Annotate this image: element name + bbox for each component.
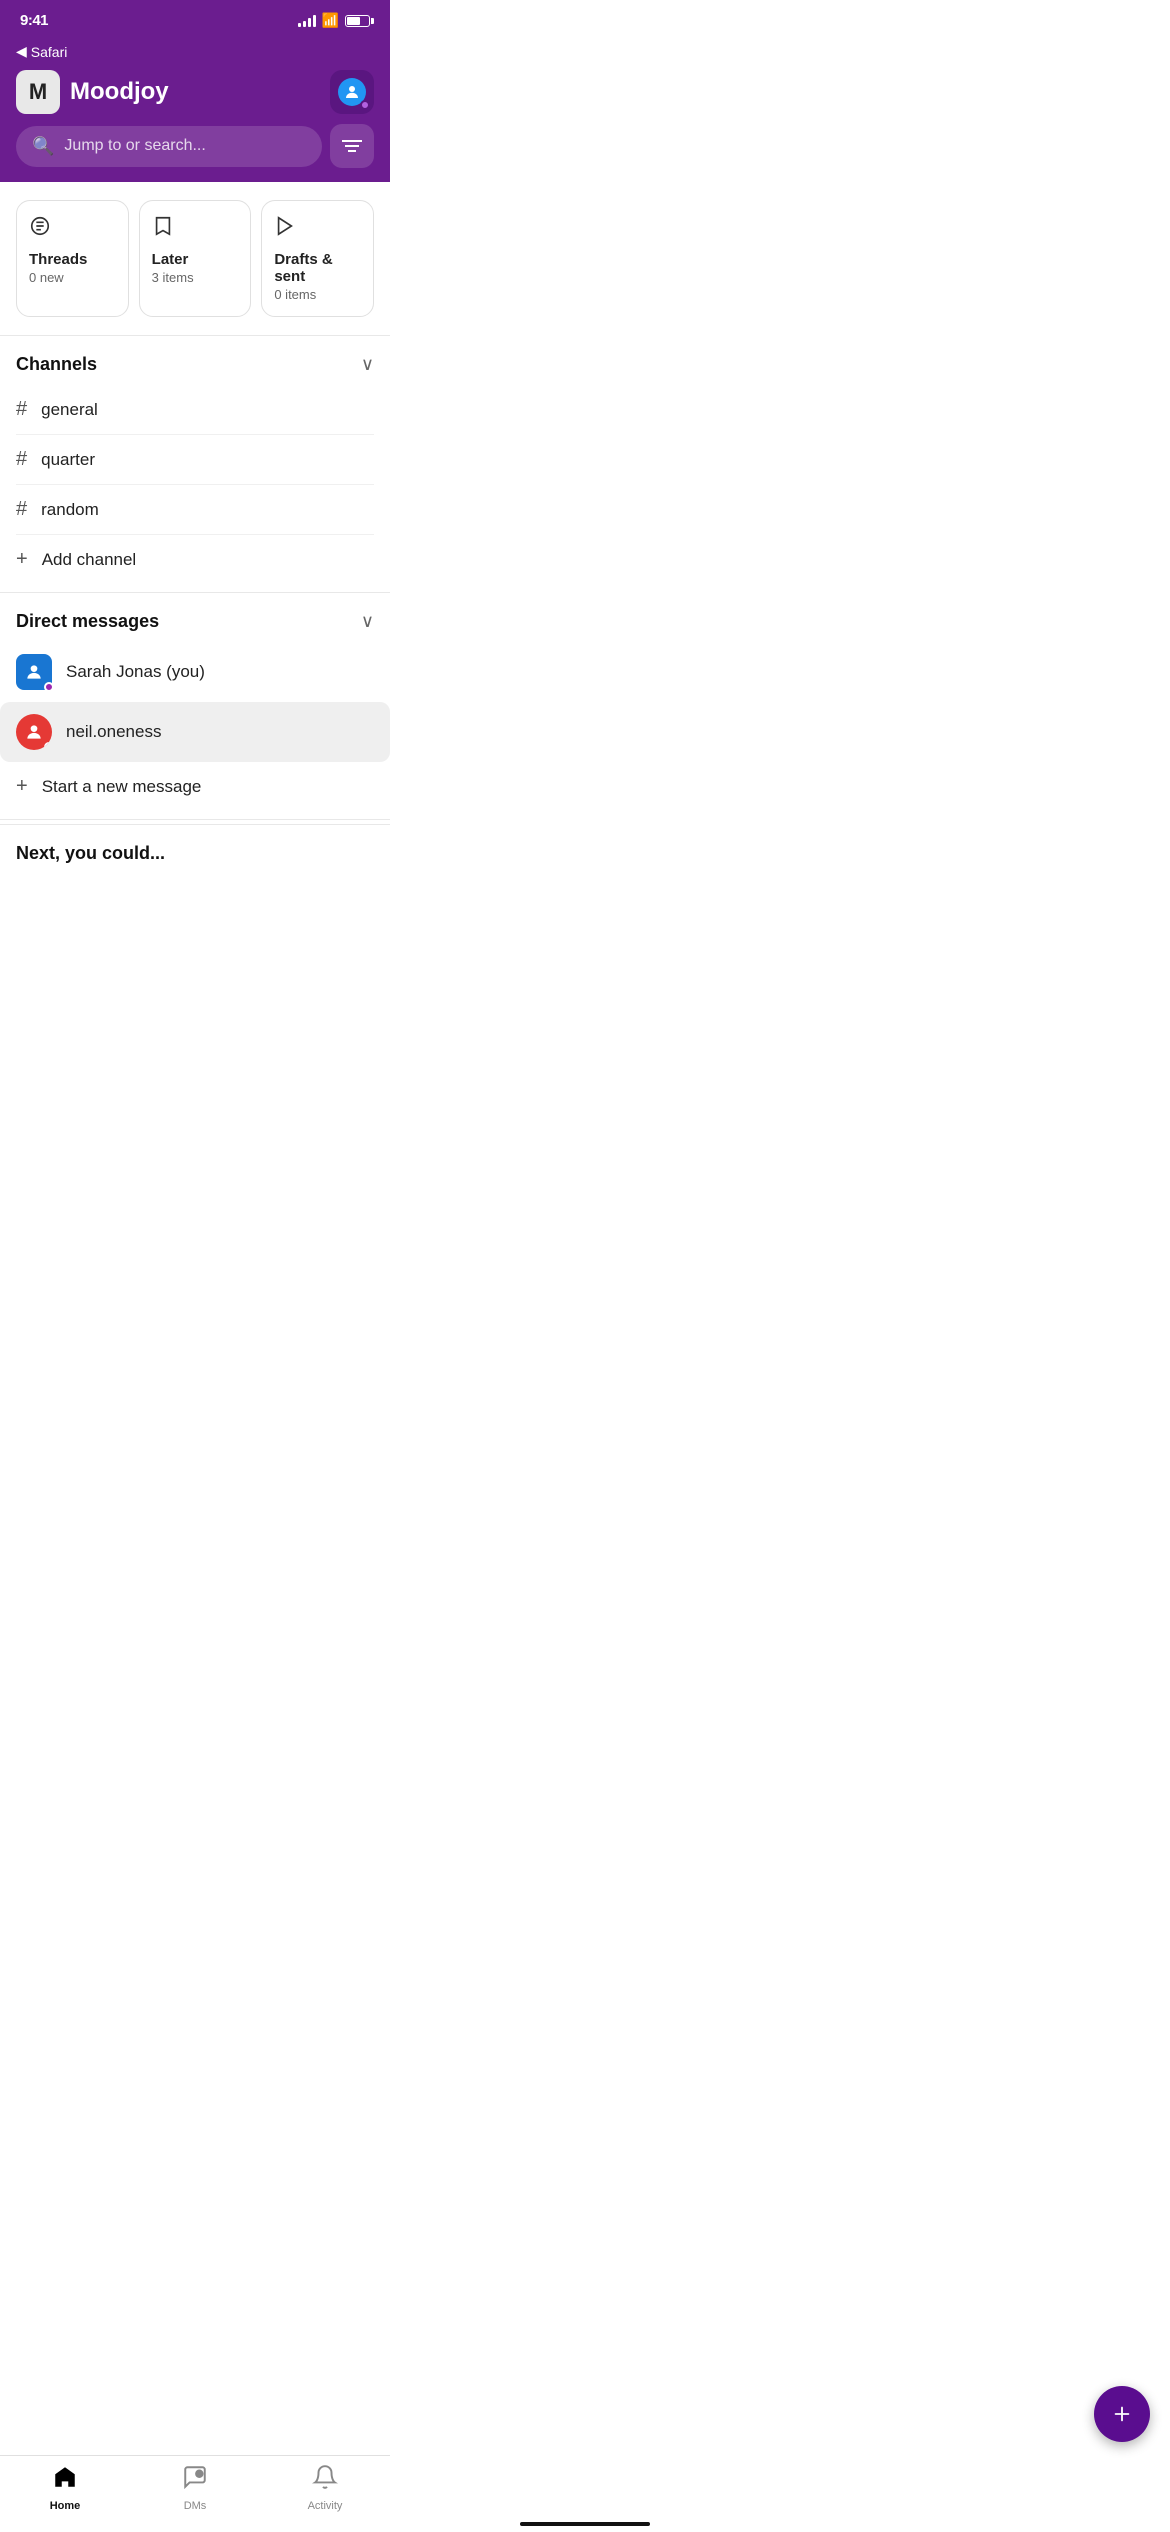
channel-item-random[interactable]: # random — [16, 485, 374, 535]
next-title: Next, you could... — [16, 843, 165, 863]
next-section: Next, you could... — [0, 824, 390, 874]
nav-item-dms[interactable]: DMs — [130, 2464, 260, 2512]
threads-subtitle: 0 new — [29, 270, 116, 285]
status-icons: 📶 — [298, 12, 370, 29]
add-dm-label: Start a new message — [42, 777, 202, 797]
section-divider-next — [0, 819, 390, 820]
drafts-icon — [274, 215, 361, 243]
search-bar[interactable]: 🔍 Jump to or search... — [16, 126, 322, 167]
add-channel-label: Add channel — [42, 550, 137, 570]
channels-title: Channels — [16, 354, 97, 375]
safari-back[interactable]: ◀ Safari — [16, 43, 374, 60]
dms-icon — [182, 2464, 208, 2497]
dm-title: Direct messages — [16, 611, 159, 632]
home-label: Home — [50, 2500, 81, 2512]
nav-item-home[interactable]: Home — [0, 2464, 130, 2512]
brand-logo: M — [16, 70, 60, 114]
channels-chevron-icon: ∨ — [361, 354, 374, 375]
channel-name-quarter: quarter — [41, 450, 95, 470]
add-dm-icon: + — [16, 775, 28, 798]
brand: M Moodjoy — [16, 70, 169, 114]
neil-status-dot — [44, 742, 52, 750]
channel-name-general: general — [41, 400, 98, 420]
avatar-status-dot — [360, 100, 370, 110]
add-channel-item[interactable]: + Add channel — [16, 535, 374, 584]
compose-fab-button[interactable] — [1094, 2386, 1150, 2442]
avatar-button[interactable] — [330, 70, 374, 114]
dm-avatar-sarah — [16, 654, 52, 690]
add-channel-icon: + — [16, 548, 28, 571]
status-bar: 9:41 📶 — [0, 0, 390, 35]
channel-item-quarter[interactable]: # quarter — [16, 435, 374, 485]
later-subtitle: 3 items — [152, 270, 239, 285]
later-icon — [152, 215, 239, 243]
hash-icon: # — [16, 398, 27, 421]
bottom-nav: Home DMs Activity — [0, 2455, 390, 2532]
activity-label: Activity — [308, 2500, 343, 2512]
threads-card[interactable]: Threads 0 new — [16, 200, 129, 317]
channel-name-random: random — [41, 500, 99, 520]
nav-item-activity[interactable]: Activity — [260, 2464, 390, 2512]
quick-cards: Threads 0 new Later 3 items Drafts & sen… — [0, 182, 390, 335]
add-dm-item[interactable]: + Start a new message — [16, 762, 374, 811]
home-indicator — [520, 2522, 650, 2526]
dm-item-neil[interactable]: neil.oneness — [0, 702, 390, 762]
hash-icon: # — [16, 448, 27, 471]
threads-icon — [29, 215, 116, 243]
later-card[interactable]: Later 3 items — [139, 200, 252, 317]
threads-title: Threads — [29, 251, 116, 268]
drafts-title: Drafts & sent — [274, 251, 361, 285]
brand-name: Moodjoy — [70, 78, 169, 106]
channel-list: # general # quarter # random + Add chann… — [0, 385, 390, 584]
dm-item-sarah[interactable]: Sarah Jonas (you) — [16, 642, 374, 702]
hash-icon: # — [16, 498, 27, 521]
main-content: Threads 0 new Later 3 items Drafts & sen… — [0, 182, 390, 964]
search-row: 🔍 Jump to or search... — [16, 124, 374, 168]
signal-icon — [298, 15, 316, 27]
channels-section-header[interactable]: Channels ∨ — [0, 336, 390, 385]
wifi-icon: 📶 — [322, 12, 339, 29]
search-icon: 🔍 — [32, 136, 54, 157]
later-title: Later — [152, 251, 239, 268]
search-placeholder: Jump to or search... — [64, 137, 205, 155]
dm-name-neil: neil.oneness — [66, 722, 161, 742]
home-icon — [52, 2464, 78, 2497]
battery-icon — [345, 15, 370, 27]
dm-list: Sarah Jonas (you) neil.oneness + Start a… — [0, 642, 390, 811]
dm-avatar-neil — [16, 714, 52, 750]
sarah-status-dot — [44, 682, 54, 692]
dms-label: DMs — [184, 2500, 207, 2512]
header: ◀ Safari M Moodjoy 🔍 Jump to or search..… — [0, 35, 390, 182]
dm-chevron-icon: ∨ — [361, 611, 374, 632]
dm-name-sarah: Sarah Jonas (you) — [66, 662, 205, 682]
filter-button[interactable] — [330, 124, 374, 168]
drafts-subtitle: 0 items — [274, 287, 361, 302]
channel-item-general[interactable]: # general — [16, 385, 374, 435]
drafts-card[interactable]: Drafts & sent 0 items — [261, 200, 374, 317]
status-time: 9:41 — [20, 12, 48, 29]
dm-section-header[interactable]: Direct messages ∨ — [0, 593, 390, 642]
activity-icon — [312, 2464, 338, 2497]
header-top: M Moodjoy — [16, 70, 374, 114]
